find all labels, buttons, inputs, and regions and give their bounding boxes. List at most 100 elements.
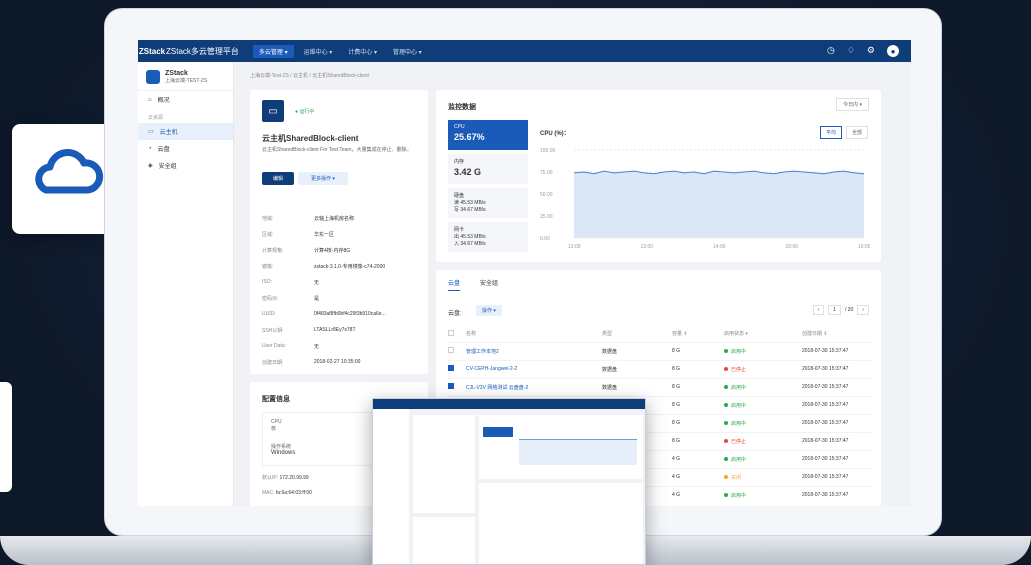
- time-range-select[interactable]: 今日内 ▾: [836, 98, 869, 111]
- x-tick-label: 16:00: [858, 244, 870, 250]
- metric-memory[interactable]: 内存 3.42 G: [448, 154, 528, 184]
- property-row: 区域: 华东一区: [262, 226, 422, 242]
- property-value: LTASLLr8Ey7s78T: [314, 327, 356, 333]
- col-date[interactable]: 创建日期 ⇕: [802, 326, 873, 342]
- page-input[interactable]: 1: [828, 305, 841, 315]
- tab-security-groups[interactable]: 安全组: [480, 278, 498, 291]
- nav-billing[interactable]: 计费中心 ▾: [342, 45, 383, 58]
- next-page-button[interactable]: ›: [857, 305, 869, 315]
- sidebar-item-label: 概况: [157, 98, 170, 104]
- edit-button[interactable]: 编辑: [262, 172, 294, 185]
- select-all-checkbox[interactable]: [448, 326, 466, 342]
- gear-icon[interactable]: ⚙: [867, 45, 875, 57]
- ip-value: 172.20.99.99: [279, 475, 309, 481]
- state-dot-icon: [724, 474, 728, 479]
- metric-cpu[interactable]: CPU 25.67%: [448, 120, 528, 150]
- row-checkbox[interactable]: [448, 377, 466, 396]
- x-tick-label: 13:00: [641, 244, 654, 250]
- metric-value: 3.42 G: [454, 167, 482, 177]
- disk-date: 2018-07-30 15:37:47: [802, 395, 873, 414]
- monitor-card: 监控数据 今日内 ▾ CPU 25.67% 内存 3.42 G 硬盘 读 45.…: [436, 90, 881, 262]
- property-row: UUID: 0f483af8fb0bf4c29f3b910ca6e...: [262, 306, 422, 322]
- metric-value: 25.67%: [454, 132, 485, 142]
- monitor-icon: ▭: [148, 129, 154, 135]
- state-dot-icon: [724, 402, 728, 407]
- zone-selector[interactable]: ZStack 上海云端-TEST-ZS: [138, 62, 233, 91]
- state-text: 启用中: [731, 384, 747, 391]
- config-title: 配置信息: [262, 396, 290, 403]
- nav-multicloud[interactable]: 多云管理 ▾: [252, 44, 294, 58]
- y-tick-label: 25.00: [540, 214, 553, 220]
- disk-state: 启用中: [724, 413, 802, 432]
- row-checkbox[interactable]: [448, 341, 466, 360]
- property-value: 无: [314, 343, 320, 350]
- property-key: 地域:: [262, 215, 274, 222]
- disk-date: 2018-07-30 15:37:47: [802, 449, 873, 468]
- table-row[interactable]: CJL-V2V 网络测试 云盘盘-2 数据盘 8 G 启用中 2018-07-3…: [448, 377, 873, 396]
- sidebar-item-vm[interactable]: ▭ 云主机: [138, 123, 233, 140]
- disk-name-link[interactable]: CV-CEPH-Jangwei-2-2: [466, 359, 602, 378]
- user-avatar-icon[interactable]: ●: [887, 45, 899, 57]
- inset-cpu-tile: [483, 427, 513, 437]
- property-value: 云轴上海机房名称: [314, 215, 355, 222]
- state-text: 已停止: [731, 438, 747, 445]
- col-size[interactable]: 容量 ⇕: [672, 326, 724, 342]
- bell-icon[interactable]: ♢: [847, 45, 855, 57]
- x-tick-label: 14:00: [713, 244, 726, 250]
- tab-disks[interactable]: 云盘: [448, 278, 461, 291]
- col-name[interactable]: 名称: [466, 326, 602, 342]
- seg-all[interactable]: 全部: [846, 126, 869, 139]
- zone-name: ZStack: [165, 70, 188, 77]
- disk-write: 写 34.67 MB/s: [454, 207, 486, 213]
- state-dot-icon: [724, 492, 728, 497]
- mac-label: MAC:: [262, 490, 275, 496]
- state-text: 启用中: [731, 402, 747, 409]
- status-badge: ● 运行中: [295, 109, 315, 115]
- history-icon[interactable]: ◷: [827, 45, 835, 57]
- property-value: 无: [314, 279, 320, 286]
- os-cell: 操作系统 Windows: [271, 443, 295, 456]
- state-dot-icon: [724, 384, 728, 389]
- state-dot-icon: [724, 348, 728, 353]
- metric-disk[interactable]: 硬盘 读 45.53 MB/s 写 34.67 MB/s: [448, 188, 528, 218]
- disk-name-link[interactable]: 管理工作本地2: [466, 341, 602, 360]
- nav-ops[interactable]: 运维中心 ▾: [298, 45, 339, 58]
- nav-admin[interactable]: 管理中心 ▾: [387, 45, 428, 58]
- property-row: 计算规格: 计算4核-内存8G: [262, 242, 422, 258]
- disk-name-link[interactable]: CJL-V2V 网络测试 云盘盘-2: [466, 377, 602, 396]
- inset-disk-card: [479, 483, 643, 564]
- app-title: ZStack多云管理平台: [166, 46, 239, 56]
- sidebar-item-disk[interactable]: ◔ 云盘: [138, 140, 233, 157]
- property-key: SSH公钥:: [262, 327, 284, 334]
- col-state[interactable]: 启用状态 ▾: [724, 326, 802, 342]
- disk-state: 启用中: [724, 395, 802, 414]
- disk-icon: ◔: [148, 145, 152, 152]
- side-tile: [0, 382, 12, 492]
- disk-label: 云盘:: [448, 311, 462, 317]
- state-text: 关闭: [731, 474, 742, 481]
- disk-size: 4 G: [672, 485, 724, 504]
- table-row[interactable]: CV-CEPH-Jangwei-2-2 数据盘 8 G 已停止 2018-07-…: [448, 359, 873, 378]
- property-key: User Data:: [262, 343, 286, 349]
- property-key: 创建日期:: [262, 359, 284, 366]
- metric-network[interactable]: 网卡 出 45.53 MB/s 入 34.67 MB/s: [448, 222, 528, 252]
- y-tick-label: 0.00: [540, 236, 550, 242]
- more-actions-button[interactable]: 更多操作 ▾: [298, 172, 348, 185]
- disk-operation-button[interactable]: 操作 ▾: [476, 305, 502, 316]
- row-checkbox[interactable]: [448, 359, 466, 378]
- breadcrumb: 上海云端-Test-ZS / 云主机 / 云主机SharedBlock-clie…: [250, 73, 369, 79]
- sidebar-item-overview[interactable]: ⌂ 概况: [138, 91, 233, 108]
- vm-description: 云主机SharedBlock-client For Test Team，大量集成…: [262, 147, 412, 153]
- disk-state: 启用中: [724, 341, 802, 360]
- disk-date: 2018-07-30 15:37:47: [802, 341, 873, 360]
- vm-detail-card: ▭ ● 运行中 云主机SharedBlock-client 云主机SharedB…: [250, 90, 428, 374]
- table-row[interactable]: 管理工作本地2 数据盘 8 G 启用中 2018-07-30 15:37:47: [448, 341, 873, 360]
- disk-size: 8 G: [672, 413, 724, 432]
- sidebar-item-security[interactable]: ◈ 安全组: [138, 157, 233, 174]
- col-type[interactable]: 类型: [602, 326, 672, 342]
- disk-read: 读 45.53 MB/s: [454, 200, 486, 206]
- seg-average[interactable]: 平均: [820, 126, 843, 139]
- prev-page-button[interactable]: ‹: [812, 305, 825, 315]
- disk-date: 2018-07-30 15:37:47: [802, 485, 873, 504]
- mac-row: MAC: fa:6a:64:03:ff:00: [262, 490, 312, 496]
